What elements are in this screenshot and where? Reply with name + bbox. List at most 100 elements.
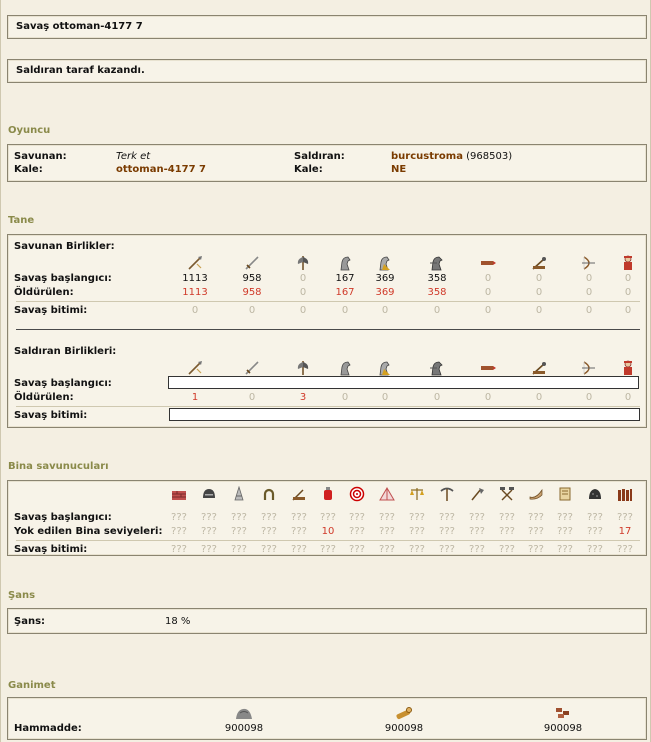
attacker-name-link[interactable]: burcustroma bbox=[391, 151, 463, 162]
unit-killed-count: 3 bbox=[299, 392, 307, 403]
unit-killed-count: 0 bbox=[535, 392, 543, 403]
scout-horse-icon bbox=[336, 254, 354, 272]
unit-end-count: 0 bbox=[484, 305, 492, 316]
ram-icon bbox=[479, 359, 497, 377]
unit-killed-count: 369 bbox=[375, 287, 395, 298]
building-destroyed-value: ??? bbox=[557, 526, 573, 537]
unit-start-count: 167 bbox=[335, 273, 355, 284]
building-start-value: ??? bbox=[617, 512, 633, 523]
building-end-value: ??? bbox=[261, 544, 277, 555]
section-loot-heading: Ganimet bbox=[8, 680, 56, 691]
unit-killed-count: 958 bbox=[242, 287, 262, 298]
catapult-icon bbox=[530, 359, 548, 377]
building-destroyed-value: 10 bbox=[321, 526, 335, 537]
defender-units-header: Savunan Birlikler: bbox=[14, 241, 115, 252]
unit-killed-count: 0 bbox=[585, 287, 593, 298]
building-start-value: ??? bbox=[499, 512, 515, 523]
unit-start-count: 0 bbox=[535, 273, 543, 284]
battle-title-box: Savaş ottoman-4177 7 bbox=[7, 15, 647, 39]
light-cavalry-icon bbox=[376, 254, 394, 272]
battle-result: Saldıran taraf kazandı. bbox=[16, 65, 145, 76]
loot-amount: 900098 bbox=[384, 723, 424, 734]
building-start-value: ??? bbox=[320, 512, 336, 523]
building-end-value: ??? bbox=[439, 544, 455, 555]
attacker-start-label: Savaş başlangıcı: bbox=[14, 378, 112, 389]
building-destroyed-value: ??? bbox=[171, 526, 187, 537]
unit-killed-count: 0 bbox=[585, 392, 593, 403]
building-destroyed-value: ??? bbox=[499, 526, 515, 537]
loot-amount: 900098 bbox=[543, 723, 583, 734]
siege-icon bbox=[291, 486, 307, 502]
tent-icon bbox=[379, 486, 395, 502]
building-start-value: ??? bbox=[291, 512, 307, 523]
spear-icon bbox=[186, 254, 204, 272]
building-destroyed-value: ??? bbox=[261, 526, 277, 537]
divider bbox=[16, 329, 640, 330]
building-start-value: ??? bbox=[528, 512, 544, 523]
sword-icon bbox=[243, 254, 261, 272]
horseshoe-icon bbox=[261, 486, 277, 502]
wood-icon bbox=[394, 704, 414, 722]
unit-start-count: 0 bbox=[585, 273, 593, 284]
unit-end-count: 0 bbox=[381, 305, 389, 316]
building-start-value: ??? bbox=[557, 512, 573, 523]
unit-start-count: 1113 bbox=[182, 273, 208, 284]
heavy-cavalry-icon bbox=[428, 254, 446, 272]
defender-castle-link[interactable]: ottoman-4177 7 bbox=[116, 164, 206, 175]
building-start-value: ??? bbox=[587, 512, 603, 523]
scroll-icon bbox=[557, 486, 573, 502]
target-icon bbox=[349, 486, 365, 502]
attacker-start-hidden-bar bbox=[168, 376, 639, 389]
unit-end-count: 0 bbox=[585, 305, 593, 316]
unit-killed-count: 0 bbox=[299, 287, 307, 298]
building-start-label: Savaş başlangıcı: bbox=[14, 512, 112, 523]
attacker-end-label: Savaş bitimi: bbox=[14, 410, 88, 421]
unit-killed-count: 0 bbox=[341, 392, 349, 403]
section-defenders-heading: Bina savunucuları bbox=[8, 461, 109, 472]
scales-icon bbox=[409, 486, 425, 502]
unit-killed-count: 0 bbox=[535, 287, 543, 298]
defender-castle-label: Kale: bbox=[14, 164, 43, 175]
loot-box: Hammadde: 900098 900098 900098 bbox=[7, 697, 647, 740]
building-start-value: ??? bbox=[201, 512, 217, 523]
loot-label: Hammadde: bbox=[14, 723, 82, 734]
building-start-value: ??? bbox=[231, 512, 247, 523]
attacker-castle-link[interactable]: NE bbox=[391, 164, 406, 175]
building-destroyed-value: ??? bbox=[528, 526, 544, 537]
scout-horse-icon bbox=[336, 359, 354, 377]
building-start-value: ??? bbox=[261, 512, 277, 523]
unit-end-count: 0 bbox=[535, 305, 543, 316]
ore-icon bbox=[587, 486, 603, 502]
building-end-value: ??? bbox=[409, 544, 425, 555]
unit-end-count: 0 bbox=[433, 305, 441, 316]
axe-icon bbox=[294, 254, 312, 272]
stone-icon bbox=[234, 704, 254, 722]
divider bbox=[16, 540, 640, 541]
battle-result-box: Saldıran taraf kazandı. bbox=[7, 59, 647, 83]
divider bbox=[16, 406, 640, 407]
unit-start-count: 958 bbox=[242, 273, 262, 284]
unit-killed-count: 1113 bbox=[182, 287, 208, 298]
helmet-icon bbox=[201, 486, 217, 502]
chance-box: Şans: 18 % bbox=[7, 608, 647, 634]
building-defenders-box: Savaş başlangıcı: Yok edilen Bina seviye… bbox=[7, 480, 647, 556]
attacker-label: Saldıran: bbox=[294, 151, 345, 162]
building-end-value: ??? bbox=[528, 544, 544, 555]
sword-icon bbox=[243, 359, 261, 377]
chance-label: Şans: bbox=[14, 616, 46, 627]
unit-end-count: 0 bbox=[248, 305, 256, 316]
palisade-icon bbox=[617, 486, 633, 502]
unit-end-count: 0 bbox=[299, 305, 307, 316]
building-end-value: ??? bbox=[617, 544, 633, 555]
unit-start-count: 0 bbox=[484, 273, 492, 284]
building-destroyed-value: ??? bbox=[587, 526, 603, 537]
spear-icon bbox=[186, 359, 204, 377]
unit-killed-count: 0 bbox=[248, 392, 256, 403]
building-destroyed-label: Yok edilen Bina seviyeleri: bbox=[14, 526, 163, 537]
attacker-killed-label: Öldürülen: bbox=[14, 392, 74, 403]
section-chance-heading: Şans bbox=[8, 590, 36, 601]
unit-killed-count: 167 bbox=[335, 287, 355, 298]
building-destroyed-value: ??? bbox=[291, 526, 307, 537]
attacker-end-hidden-bar bbox=[169, 408, 640, 421]
defender-end-label: Savaş bitimi: bbox=[14, 305, 88, 316]
